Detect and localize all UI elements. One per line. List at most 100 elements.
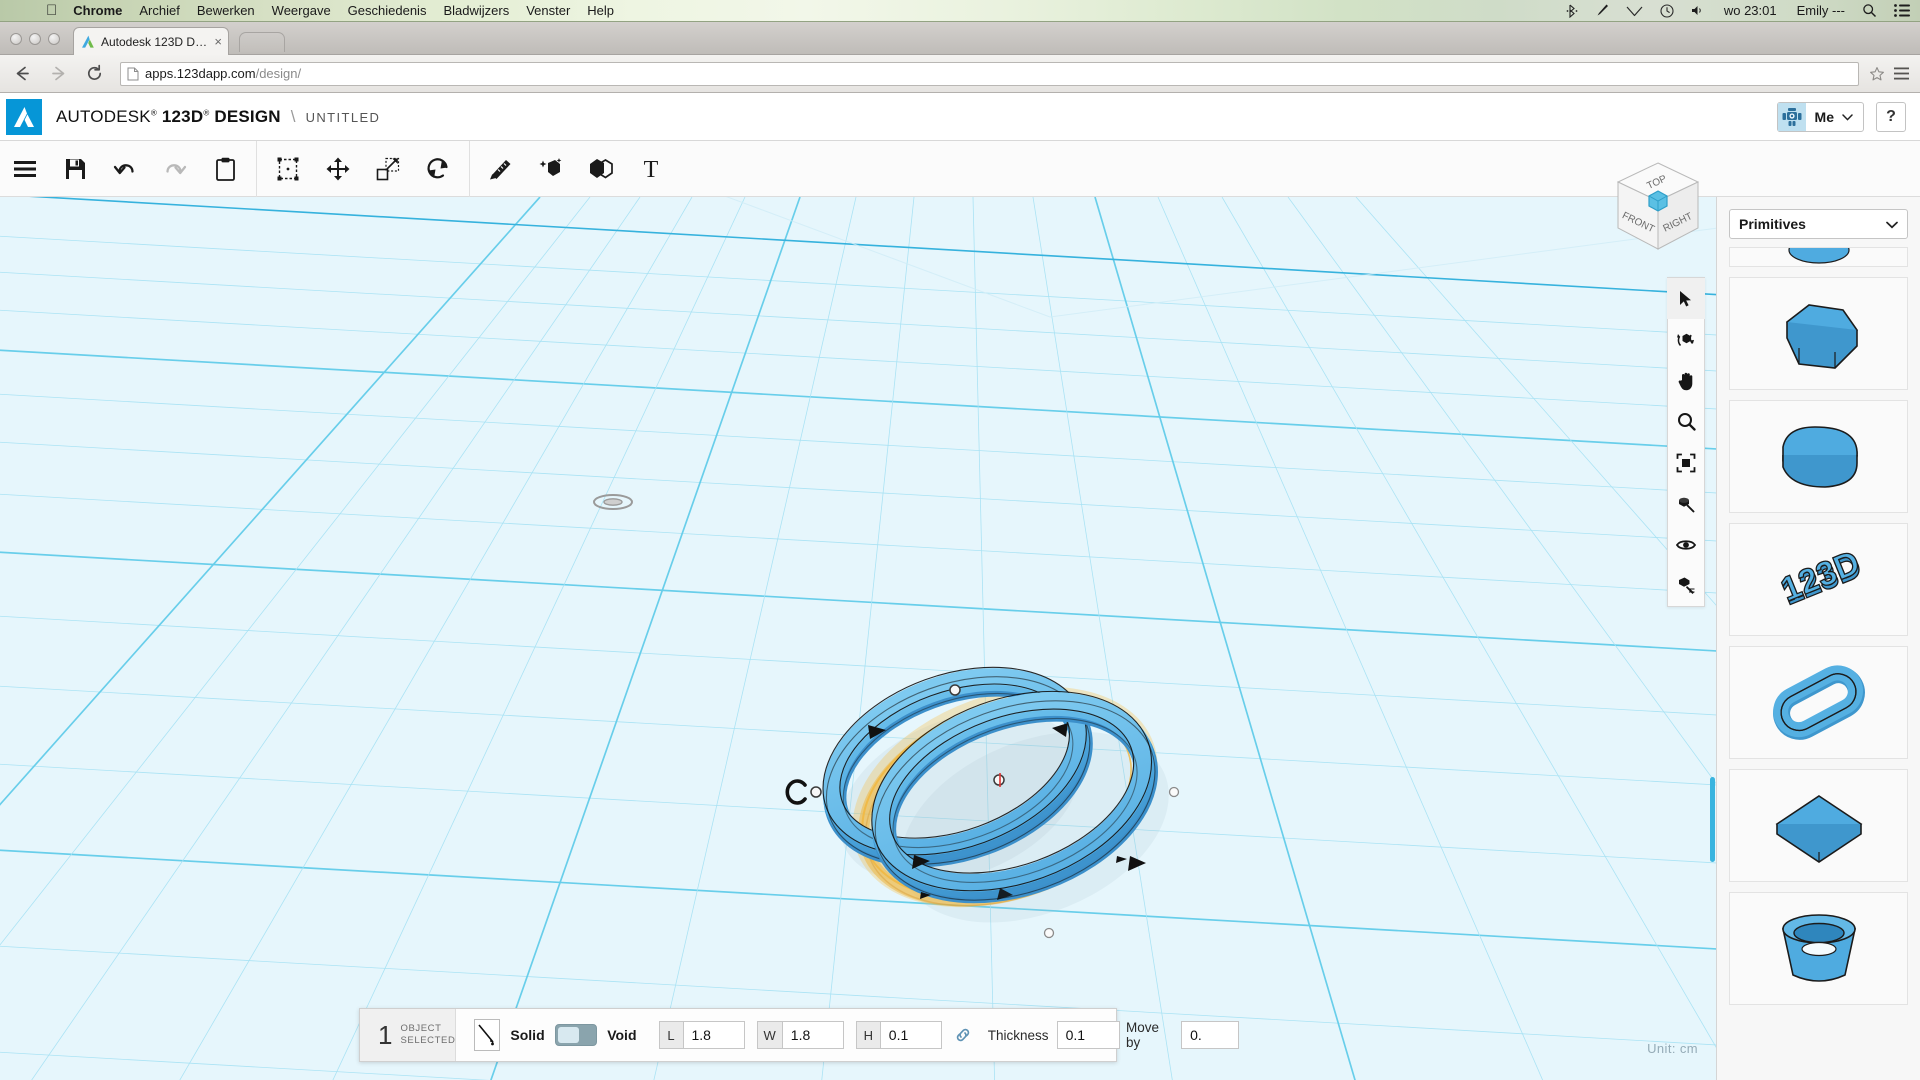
menu-bar-clock[interactable]: wo 23:01: [1724, 3, 1777, 18]
width-value[interactable]: 1.8: [781, 1021, 844, 1049]
notification-center-icon[interactable]: [1894, 4, 1910, 17]
moveby-value[interactable]: 0.: [1181, 1021, 1240, 1049]
category-dropdown[interactable]: Primitives: [1729, 209, 1908, 239]
chrome-menu-icon[interactable]: [1893, 66, 1910, 81]
menu-button[interactable]: [0, 141, 50, 197]
primitive-hexagon[interactable]: [1729, 277, 1908, 390]
length-value[interactable]: 1.8: [682, 1021, 745, 1049]
unit-label: Unit: cm: [1647, 1041, 1698, 1056]
primitive-box-plate[interactable]: [1729, 769, 1908, 882]
solid-label: Solid: [510, 1027, 545, 1043]
text-button[interactable]: T: [626, 141, 676, 197]
toggle-knob: [557, 1027, 579, 1043]
time-machine-icon[interactable]: [1660, 3, 1674, 18]
undo-button[interactable]: [100, 141, 150, 197]
pen-icon[interactable]: [1595, 3, 1609, 18]
zoom-tool[interactable]: [1667, 401, 1705, 442]
zoom-object-tool[interactable]: [1667, 483, 1705, 524]
save-button[interactable]: [50, 141, 100, 197]
length-prefix: L: [658, 1021, 683, 1049]
url-host: apps.123dapp.com: [145, 66, 256, 81]
app-header-right: Me ?: [1776, 101, 1906, 132]
browser-toolbar: apps.123dapp.com/design/: [0, 55, 1920, 93]
grip-top[interactable]: [949, 684, 961, 696]
grip-center[interactable]: [993, 774, 1005, 786]
scale-button[interactable]: [363, 141, 413, 197]
solid-void-toggle[interactable]: [554, 1024, 598, 1046]
url-path: /design/: [255, 66, 302, 81]
apple-logo-icon[interactable]: : [46, 3, 57, 18]
canvas-viewport[interactable]: [0, 197, 1716, 1080]
address-bar[interactable]: apps.123dapp.com/design/: [120, 61, 1859, 86]
combine-button[interactable]: [576, 141, 626, 197]
grip-left[interactable]: [810, 786, 822, 798]
primitives-button[interactable]: [526, 141, 576, 197]
tab-close-icon[interactable]: ×: [210, 34, 222, 49]
height-value[interactable]: 0.1: [879, 1021, 942, 1049]
toolbar-divider-2: [469, 140, 470, 197]
orbit-tool[interactable]: [1667, 319, 1705, 360]
menu-item-weergave[interactable]: Weergave: [272, 3, 331, 18]
help-button[interactable]: ?: [1876, 101, 1906, 132]
bookmark-star-icon[interactable]: [1869, 66, 1885, 82]
redo-button[interactable]: [150, 141, 200, 197]
rotate-button[interactable]: [413, 141, 463, 197]
autodesk-logo-icon[interactable]: [6, 98, 42, 135]
reload-icon[interactable]: [80, 64, 108, 83]
window-minimize-button[interactable]: [29, 33, 41, 45]
window-zoom-button[interactable]: [48, 33, 60, 45]
view-tool[interactable]: [1667, 524, 1705, 565]
fit-tool[interactable]: [1667, 442, 1705, 483]
primitive-partial-top[interactable]: [1729, 247, 1908, 267]
page-document-icon: [127, 67, 139, 81]
primitive-123d-text[interactable]: 123D 123D: [1729, 523, 1908, 636]
move-button[interactable]: [313, 141, 363, 197]
chevron-down-icon: [1842, 108, 1853, 126]
sketch-button[interactable]: [263, 141, 313, 197]
chevron-down-icon: [1886, 216, 1898, 232]
void-label: Void: [607, 1027, 637, 1043]
menu-item-geschiedenis[interactable]: Geschiedenis: [348, 3, 427, 18]
measure-button[interactable]: [476, 141, 526, 197]
primitive-dome[interactable]: [1729, 400, 1908, 513]
menu-item-archief[interactable]: Archief: [139, 3, 179, 18]
canvas-scroll-indicator[interactable]: [1710, 777, 1715, 862]
grip-right[interactable]: [1168, 786, 1180, 798]
selection-property-bar: 1 OBJECT SELECTED Solid Void L 1.8 W 1.8…: [359, 1008, 1240, 1062]
menu-item-chrome[interactable]: Chrome: [73, 3, 122, 18]
grip-bottom[interactable]: [1043, 927, 1055, 939]
menu-item-bewerken[interactable]: Bewerken: [197, 3, 255, 18]
new-tab-button[interactable]: [239, 32, 285, 52]
thickness-value[interactable]: 0.1: [1056, 1021, 1121, 1049]
menu-item-help[interactable]: Help: [587, 3, 614, 18]
forward-arrow-icon[interactable]: [44, 64, 72, 83]
design-canvas[interactable]: Unit: cm: [0, 197, 1716, 1080]
brand-trademark-1: ®: [150, 107, 157, 117]
menu-item-bladwijzers[interactable]: Bladwijzers: [443, 3, 509, 18]
width-field[interactable]: W 1.8: [756, 1021, 844, 1049]
account-menu-button[interactable]: Me: [1776, 101, 1864, 132]
chain-link-icon[interactable]: [954, 1026, 972, 1044]
paste-button[interactable]: [200, 141, 250, 197]
view-cube[interactable]: TOP FRONT RIGHT: [1606, 155, 1710, 265]
volume-icon[interactable]: [1691, 4, 1704, 17]
primitive-tube-cone[interactable]: [1729, 892, 1908, 1005]
menu-item-venster[interactable]: Venster: [526, 3, 570, 18]
diagonal-line-icon[interactable]: [474, 1019, 501, 1051]
back-arrow-icon[interactable]: [8, 64, 36, 83]
material-tool[interactable]: [1667, 565, 1705, 606]
bluetooth-icon[interactable]: [1566, 4, 1578, 18]
primitive-torus-link[interactable]: [1729, 646, 1908, 759]
length-field[interactable]: L 1.8: [658, 1021, 745, 1049]
height-field[interactable]: H 0.1: [855, 1021, 942, 1049]
pan-tool[interactable]: [1667, 360, 1705, 401]
select-tool[interactable]: [1667, 278, 1705, 319]
browser-tab-strip: Autodesk 123D Design ×: [0, 22, 1920, 55]
wifi-icon[interactable]: [1626, 4, 1643, 17]
account-label: Me: [1814, 108, 1834, 125]
spotlight-search-icon[interactable]: [1862, 3, 1877, 18]
window-close-button[interactable]: [10, 33, 22, 45]
browser-tab[interactable]: Autodesk 123D Design ×: [73, 27, 229, 55]
menu-bar-user[interactable]: Emily ---: [1797, 3, 1845, 18]
primitives-panel: Primitives 123D 123D: [1716, 197, 1920, 1080]
